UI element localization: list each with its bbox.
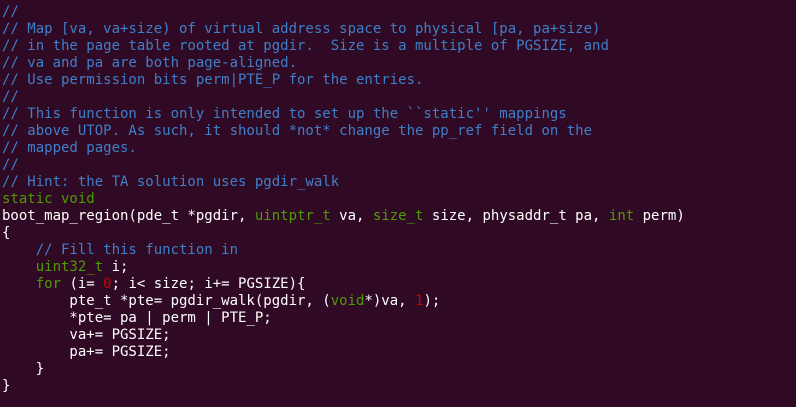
code-token: va, — [330, 208, 373, 224]
code-token: // — [2, 157, 19, 173]
code-token: // Use permission bits perm|PTE_P for th… — [2, 72, 424, 88]
code-token: *pte= pa | perm | PTE_P; — [2, 310, 272, 326]
code-token: size, physaddr_t pa, — [423, 208, 609, 224]
code-line: // This function is only intended to set… — [2, 106, 796, 123]
code-editor[interactable]: //// Map [va, va+size) of virtual addres… — [0, 0, 796, 407]
code-token: } — [2, 378, 11, 394]
code-token: } — [2, 361, 45, 377]
code-line: // — [2, 157, 796, 174]
code-token: boot_map_region(pde_t *pgdir, — [2, 208, 255, 224]
code-token: uintptr_t — [254, 208, 331, 224]
code-token: pa+= PGSIZE; — [2, 344, 171, 360]
code-line: va+= PGSIZE; — [2, 327, 796, 344]
code-token: 0 — [103, 276, 112, 292]
code-line: // mapped pages. — [2, 140, 796, 157]
code-line: // va and pa are both page-aligned. — [2, 55, 796, 72]
code-token: perm) — [634, 208, 685, 224]
code-line: // in the page table rooted at pgdir. Si… — [2, 38, 796, 55]
code-line: } — [2, 378, 796, 395]
code-line: // Use permission bits perm|PTE_P for th… — [2, 72, 796, 89]
code-token: va+= PGSIZE; — [2, 327, 171, 343]
code-token: *)va, — [364, 293, 416, 309]
code-token: i; — [103, 259, 129, 275]
code-token: (i= — [61, 276, 104, 292]
code-token: // va and pa are both page-aligned. — [2, 55, 298, 71]
code-token: // in the page table rooted at pgdir. Si… — [2, 38, 609, 54]
code-line: // — [2, 89, 796, 106]
code-line: boot_map_region(pde_t *pgdir, uintptr_t … — [2, 208, 796, 225]
code-line: pte_t *pte= pgdir_walk(pgdir, (void*)va,… — [2, 293, 796, 310]
code-line: pa+= PGSIZE; — [2, 344, 796, 361]
code-token: ); — [423, 293, 441, 309]
code-token: void — [330, 293, 365, 309]
code-line: } — [2, 361, 796, 378]
code-token: ; i< size; i+= PGSIZE){ — [111, 276, 306, 292]
code-token: // mapped pages. — [2, 140, 137, 156]
code-line: // — [2, 4, 796, 21]
code-token: pte_t *pte= pgdir_walk(pgdir, ( — [2, 293, 331, 309]
code-token: static void — [2, 191, 95, 207]
code-token: // Hint: the TA solution uses pgdir_walk — [2, 174, 340, 190]
code-token: // above UTOP. As such, it should *not* … — [2, 123, 593, 139]
code-line: static void — [2, 191, 796, 208]
code-line: { — [2, 225, 796, 242]
code-line: // Fill this function in — [2, 242, 796, 259]
code-token: for — [35, 276, 62, 292]
code-token: { — [2, 225, 11, 241]
code-line: // above UTOP. As such, it should *not* … — [2, 123, 796, 140]
code-line: // Hint: the TA solution uses pgdir_walk — [2, 174, 796, 191]
code-line: for (i= 0; i< size; i+= PGSIZE){ — [2, 276, 796, 293]
code-token: uint32_t — [35, 259, 104, 275]
code-token: // Fill this function in — [35, 242, 239, 258]
code-line: *pte= pa | perm | PTE_P; — [2, 310, 796, 327]
code-token: // This function is only intended to set… — [2, 106, 567, 122]
code-token: int — [608, 208, 635, 224]
code-token: // — [2, 89, 19, 105]
code-line: uint32_t i; — [2, 259, 796, 276]
code-token: // Map [va, va+size) of virtual address … — [2, 21, 601, 37]
code-line: // Map [va, va+size) of virtual address … — [2, 21, 796, 38]
code-token: // — [2, 4, 19, 20]
code-token: size_t — [372, 208, 424, 224]
